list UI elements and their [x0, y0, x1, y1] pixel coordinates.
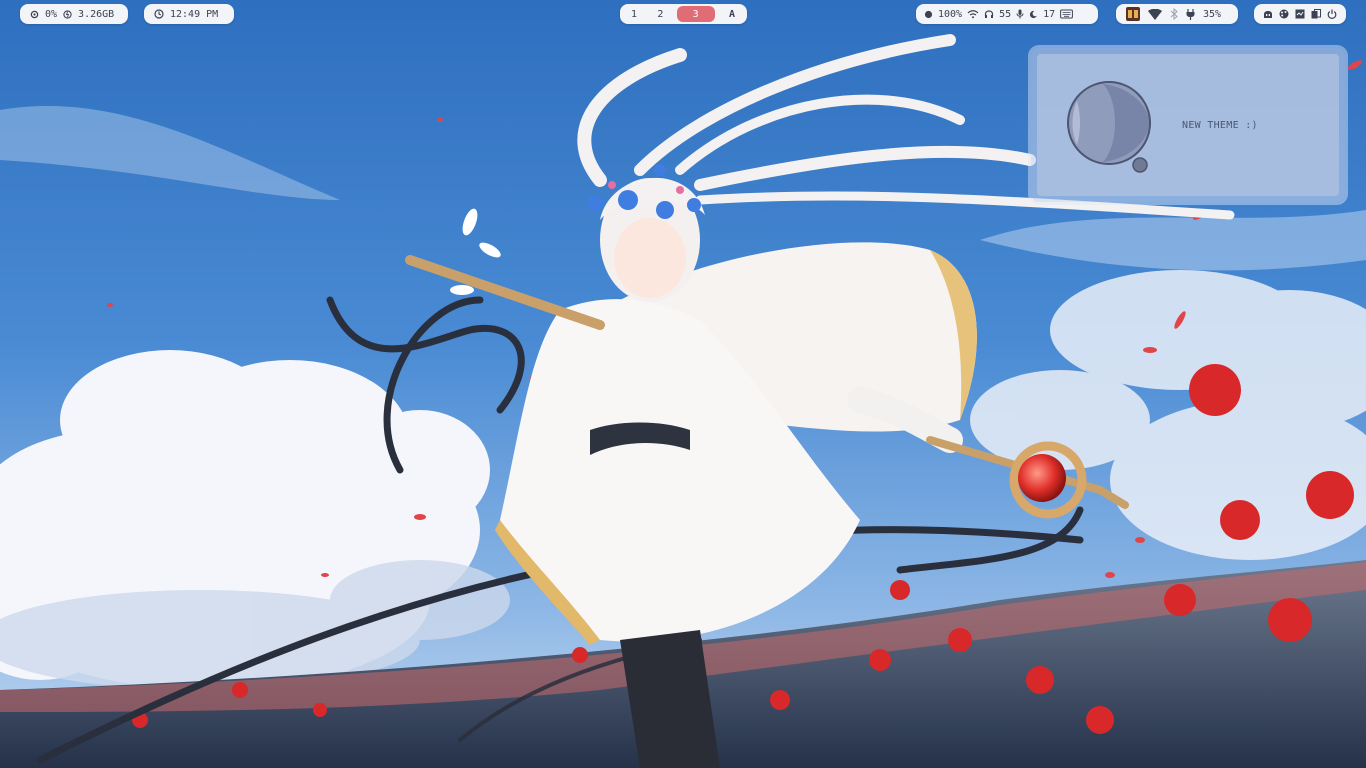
palette-icon[interactable] — [1279, 9, 1289, 19]
cpu-icon — [30, 10, 39, 19]
power-icon[interactable] — [1327, 9, 1337, 19]
brightness-value: 100% — [938, 8, 963, 20]
cpu-usage: 0% — [45, 8, 58, 20]
microphone-icon[interactable] — [1016, 9, 1024, 19]
workspace-1-button[interactable]: 1 — [624, 6, 644, 22]
clock-pill[interactable]: 12:49 PM — [144, 4, 234, 24]
launcher-button[interactable]: A — [721, 6, 743, 22]
clock-icon — [154, 9, 164, 19]
tray-app-icon[interactable] — [1126, 7, 1140, 21]
screenshot-icon[interactable] — [1295, 9, 1305, 19]
workspace-switcher: 1 2 3 A — [620, 4, 747, 24]
charging-icon — [1186, 8, 1195, 20]
workspace-2-button[interactable]: 2 — [650, 6, 670, 22]
lock-icon[interactable] — [1263, 9, 1273, 19]
clock-time: 12:49 PM — [170, 8, 219, 20]
headphones-icon[interactable] — [984, 9, 994, 19]
launcher-icon: A — [728, 8, 735, 20]
system-stats-pill: 0% 3.26GB — [20, 4, 128, 24]
battery-level: 35% — [1203, 8, 1222, 20]
night-mode-icon[interactable] — [1029, 10, 1039, 19]
mic-volume: 17 — [1043, 8, 1056, 20]
status-pill: 100% 55 17 — [916, 4, 1098, 24]
brightness-icon[interactable] — [924, 10, 933, 19]
network-icon[interactable] — [1148, 8, 1162, 20]
headphone-volume: 55 — [999, 8, 1012, 20]
moon-phase-icon — [1067, 81, 1151, 173]
widget-panel: NEW THEME :) — [1037, 54, 1339, 196]
bluetooth-icon[interactable] — [1170, 8, 1178, 20]
system-tray-pill: 35% — [1116, 4, 1238, 24]
widget-message: NEW THEME :) — [1182, 120, 1258, 131]
clipboard-icon[interactable] — [1311, 9, 1321, 19]
session-controls-pill — [1254, 4, 1346, 24]
desktop-widget: NEW THEME :) — [1031, 48, 1345, 202]
keyboard-icon[interactable] — [1060, 9, 1074, 19]
memory-icon — [63, 9, 72, 19]
memory-usage: 3.26GB — [78, 8, 115, 20]
wifi-icon[interactable] — [967, 9, 979, 19]
workspace-3-button[interactable]: 3 — [676, 6, 715, 22]
